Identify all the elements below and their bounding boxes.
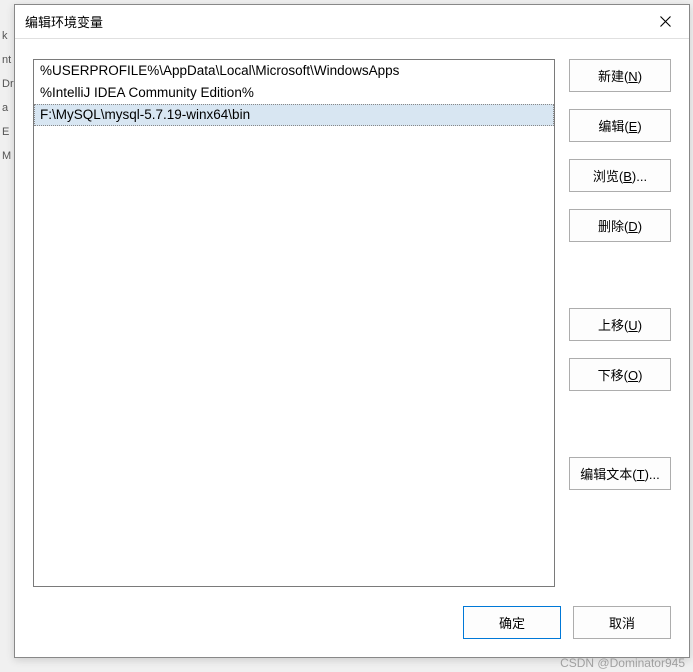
browse-button[interactable]: 浏览(B)... (569, 159, 671, 192)
ok-button[interactable]: 确定 (463, 606, 561, 639)
close-icon (660, 16, 671, 27)
list-item[interactable]: %USERPROFILE%\AppData\Local\Microsoft\Wi… (34, 60, 554, 82)
cancel-button[interactable]: 取消 (573, 606, 671, 639)
path-listbox[interactable]: %USERPROFILE%\AppData\Local\Microsoft\Wi… (33, 59, 555, 587)
dialog-title: 编辑环境变量 (25, 12, 103, 31)
delete-button[interactable]: 删除(D) (569, 209, 671, 242)
new-button[interactable]: 新建(N) (569, 59, 671, 92)
titlebar: 编辑环境变量 (15, 5, 689, 39)
button-column: 新建(N) 编辑(E) 浏览(B)... 删除(D) 上移(U) 下移(O) 编… (569, 59, 671, 587)
move-up-button[interactable]: 上移(U) (569, 308, 671, 341)
list-item[interactable]: %IntelliJ IDEA Community Edition% (34, 82, 554, 104)
close-button[interactable] (649, 8, 681, 36)
edit-env-var-dialog: 编辑环境变量 %USERPROFILE%\AppData\Local\Micro… (14, 4, 690, 658)
watermark-text: CSDN @Dominator945 (560, 656, 685, 670)
edit-button[interactable]: 编辑(E) (569, 109, 671, 142)
list-item[interactable]: F:\MySQL\mysql-5.7.19-winx64\bin (34, 104, 554, 126)
dialog-content: %USERPROFILE%\AppData\Local\Microsoft\Wi… (15, 39, 689, 601)
dialog-footer: 确定 取消 (15, 601, 689, 657)
move-down-button[interactable]: 下移(O) (569, 358, 671, 391)
edit-text-button[interactable]: 编辑文本(T)... (569, 457, 671, 490)
